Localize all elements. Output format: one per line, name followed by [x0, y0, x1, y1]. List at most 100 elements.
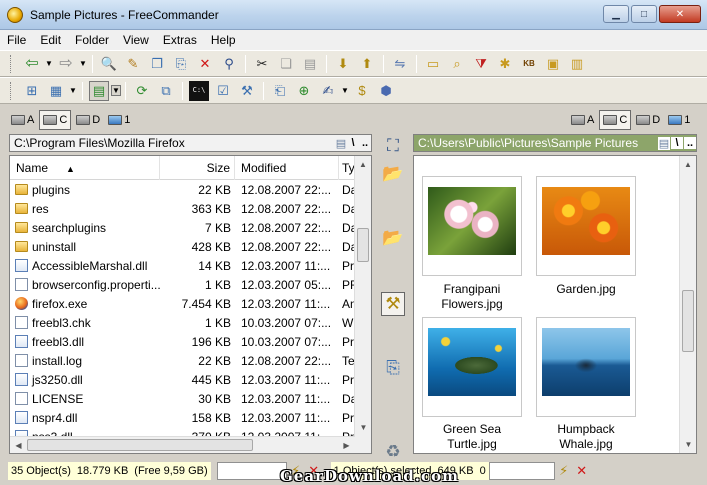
- toolbar-grip[interactable]: [10, 81, 14, 100]
- command-prompt-icon[interactable]: C:\: [189, 80, 209, 101]
- network-icon[interactable]: ⬢: [376, 81, 396, 101]
- copy-to-folder-icon[interactable]: 📂: [381, 162, 405, 186]
- scroll-thumb[interactable]: [27, 439, 253, 451]
- table-row[interactable]: searchplugins 7 KB 12.08.2007 22:... Da: [10, 218, 355, 237]
- back-arrow-icon[interactable]: ⇦: [22, 54, 42, 74]
- left-vertical-scrollbar[interactable]: ▲ ▼: [354, 156, 371, 453]
- root-button[interactable]: \: [671, 137, 683, 149]
- settings-tools-icon[interactable]: ⚒: [237, 81, 257, 101]
- right-drive-d[interactable]: D: [633, 110, 663, 130]
- menu-view[interactable]: View: [116, 33, 156, 47]
- menu-edit[interactable]: Edit: [33, 33, 68, 47]
- dual-panel-icon[interactable]: ▤: [89, 80, 109, 101]
- maximize-button[interactable]: □: [631, 5, 657, 23]
- filter-icon[interactable]: ⧩: [471, 54, 491, 74]
- column-name[interactable]: Name ▲: [10, 156, 160, 180]
- thumbnail-sea-turtle[interactable]: [422, 317, 522, 417]
- left-quick-filter[interactable]: [216, 462, 287, 480]
- scroll-down-icon[interactable]: ▼: [680, 436, 696, 453]
- column-size[interactable]: Size: [160, 156, 235, 180]
- right-drive-c[interactable]: C: [599, 110, 632, 130]
- left-drive-network[interactable]: 1: [105, 110, 133, 130]
- right-path-bar[interactable]: C:\Users\Public\Pictures\Sample Pictures…: [413, 134, 697, 152]
- favorites-icon[interactable]: ✱: [495, 54, 515, 74]
- right-drive-a[interactable]: A: [568, 110, 597, 130]
- refresh-icon[interactable]: ⟳: [132, 81, 152, 101]
- folder-tree-icon[interactable]: ⛶: [381, 134, 405, 158]
- table-row[interactable]: plugins 22 KB 12.08.2007 22:... Da: [10, 180, 355, 199]
- table-row[interactable]: browserconfig.properti... 1 KB 12.03.2007 …: [10, 275, 355, 294]
- search-binoculars-icon[interactable]: ⚲: [219, 54, 239, 74]
- notes-icon[interactable]: ✍: [318, 81, 338, 101]
- right-thumbnail-panel[interactable]: Frangipani Flowers.jpg Garden.jpg Green …: [413, 155, 697, 454]
- root-button[interactable]: \: [347, 137, 359, 149]
- move-file-icon[interactable]: ⎘: [171, 54, 191, 74]
- scroll-up-icon[interactable]: ▲: [680, 156, 696, 173]
- table-row[interactable]: freebl3.dll 196 KB 10.03.2007 07:... Pr: [10, 332, 355, 351]
- thumbnail-frangipani[interactable]: [422, 176, 522, 276]
- minimize-button[interactable]: ▁: [603, 5, 629, 23]
- view-dropdown-icon[interactable]: ▼: [68, 86, 78, 95]
- view-file-icon[interactable]: 🔍: [99, 54, 119, 74]
- menu-file[interactable]: File: [0, 33, 33, 47]
- folder-search-icon[interactable]: ⌕: [447, 54, 467, 74]
- table-row[interactable]: firefox.exe 7.454 KB 12.03.2007 11:... An: [10, 294, 355, 313]
- table-row[interactable]: uninstall 428 KB 12.08.2007 22:... Da: [10, 237, 355, 256]
- filter-wand-icon[interactable]: ⚡: [555, 463, 573, 479]
- move-to-folder-icon[interactable]: 📂: [381, 226, 405, 250]
- menu-extras[interactable]: Extras: [156, 33, 204, 47]
- left-horizontal-scrollbar[interactable]: ◀ ▶: [10, 436, 355, 453]
- right-path-text[interactable]: C:\Users\Public\Pictures\Sample Pictures: [414, 136, 657, 150]
- clipboard-copy-icon[interactable]: ❏: [276, 54, 296, 74]
- table-row[interactable]: install.log 22 KB 12.08.2007 22:... Te: [10, 351, 355, 370]
- table-row[interactable]: nspr4.dll 158 KB 12.03.2007 11:... Pr: [10, 408, 355, 427]
- column-type[interactable]: Ty: [339, 156, 355, 180]
- tree-view-icon[interactable]: ⊞: [22, 81, 42, 101]
- scroll-thumb[interactable]: [357, 228, 369, 262]
- menu-folder[interactable]: Folder: [68, 33, 116, 47]
- right-vertical-scrollbar[interactable]: ▲ ▼: [679, 156, 696, 453]
- copy-file-icon[interactable]: ❐: [147, 54, 167, 74]
- notepad-icon[interactable]: ▥: [567, 54, 587, 74]
- forward-arrow-icon[interactable]: ⇨: [56, 54, 76, 74]
- rename-icon[interactable]: ⎗: [270, 81, 290, 101]
- new-folder-icon[interactable]: ▭: [423, 54, 443, 74]
- table-row[interactable]: res 363 KB 12.08.2007 22:... Da: [10, 199, 355, 218]
- thumbnail-garden[interactable]: [536, 176, 636, 276]
- properties-icon[interactable]: ☑: [213, 81, 233, 101]
- toolbar-grip[interactable]: [10, 54, 14, 73]
- compare-icon[interactable]: ⇋: [390, 54, 410, 74]
- path-history-icon[interactable]: ▤: [658, 136, 670, 150]
- unpack-icon[interactable]: ⬆: [357, 54, 377, 74]
- right-quick-filter[interactable]: [488, 462, 555, 480]
- left-path-text[interactable]: C:\Program Files\Mozilla Firefox: [10, 136, 335, 150]
- delete-icon[interactable]: ✕: [195, 54, 215, 74]
- table-row[interactable]: LICENSE 30 KB 12.03.2007 11:... Da: [10, 389, 355, 408]
- panel-dropdown-icon[interactable]: ▼: [111, 85, 121, 96]
- scroll-up-icon[interactable]: ▲: [355, 156, 371, 173]
- back-dropdown-icon[interactable]: ▼: [44, 59, 54, 68]
- edit-file-icon[interactable]: ✎: [123, 54, 143, 74]
- column-modified[interactable]: Modified: [235, 156, 339, 180]
- left-drive-c[interactable]: C: [39, 110, 72, 130]
- folder-sync-icon[interactable]: ▣: [543, 54, 563, 74]
- close-button[interactable]: ✕: [659, 5, 701, 23]
- pack-icon[interactable]: ⬇: [333, 54, 353, 74]
- parent-folder-button[interactable]: ..: [359, 137, 371, 149]
- table-row[interactable]: freebl3.chk 1 KB 10.03.2007 07:... Wi: [10, 313, 355, 332]
- parent-folder-button[interactable]: ..: [684, 137, 696, 149]
- path-history-icon[interactable]: ▤: [335, 137, 347, 150]
- forward-dropdown-icon[interactable]: ▼: [78, 59, 88, 68]
- left-drive-d[interactable]: D: [73, 110, 103, 130]
- right-drive-network[interactable]: 1: [665, 110, 693, 130]
- new-file-icon[interactable]: ⎘: [381, 356, 405, 380]
- paste-icon[interactable]: ▤: [300, 54, 320, 74]
- table-row[interactable]: js3250.dll 445 KB 12.03.2007 11:... Pr: [10, 370, 355, 389]
- details-view-icon[interactable]: ▦: [46, 81, 66, 101]
- scroll-thumb[interactable]: [682, 290, 694, 352]
- left-file-panel[interactable]: Name ▲ Size Modified Ty plugins 22 KB 12.08…: [9, 155, 372, 454]
- scroll-left-icon[interactable]: ◀: [10, 437, 27, 453]
- left-drive-a[interactable]: A: [8, 110, 37, 130]
- table-row[interactable]: AccessibleMarshal.dll 14 KB 12.03.2007 11:…: [10, 256, 355, 275]
- windows-start-icon[interactable]: ⊕: [294, 81, 314, 101]
